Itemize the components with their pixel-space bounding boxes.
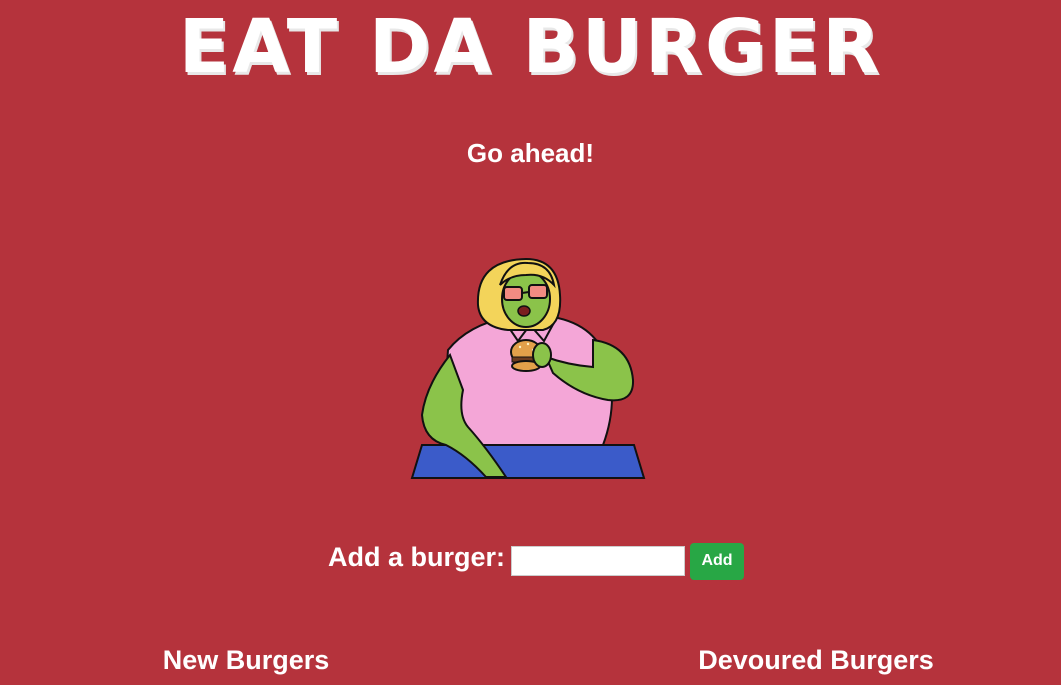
- devoured-burgers-heading: Devoured Burgers: [698, 645, 934, 675]
- burger-eater-illustration: [408, 255, 648, 479]
- page-title: EAT DA BURGER: [178, 4, 883, 90]
- character-svg: [410, 257, 646, 479]
- table-shape: [410, 444, 646, 479]
- add-burger-label: Add a burger:: [328, 541, 506, 572]
- add-button[interactable]: Add: [690, 542, 745, 580]
- burger-name-input[interactable]: [511, 546, 686, 576]
- page-subtitle: Go ahead!: [466, 138, 595, 168]
- new-burgers-heading: New Burgers: [162, 645, 330, 675]
- add-burger-form: Add a burger: Add: [328, 541, 745, 581]
